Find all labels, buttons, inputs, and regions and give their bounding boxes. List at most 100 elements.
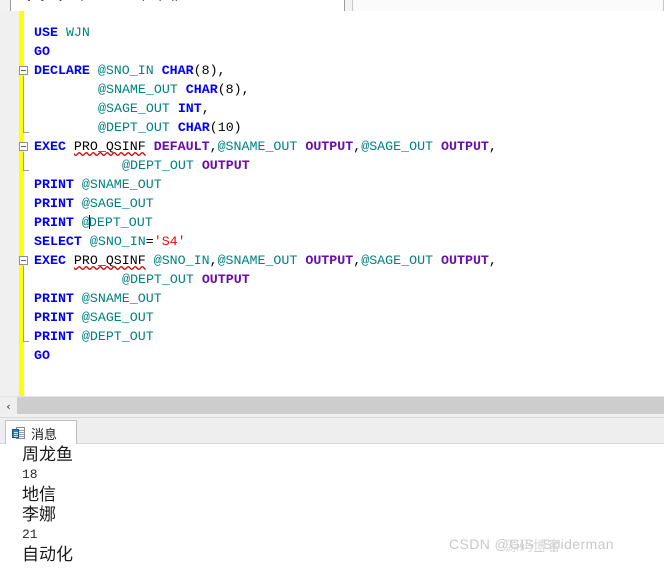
message-line: 李娜 — [22, 505, 56, 525]
scroll-left-icon[interactable]: ‹ — [0, 397, 17, 415]
code-line[interactable]: @DEPT_OUT OUTPUT — [24, 270, 250, 289]
code-line[interactable]: GO — [24, 42, 50, 61]
fold-connector-line — [23, 152, 24, 170]
code-line[interactable]: PRINT @SNAME_OUT — [24, 175, 162, 194]
fold-end-marker — [23, 170, 29, 171]
code-token: (10) — [209, 120, 242, 135]
code-line[interactable]: @DEPT_OUT CHAR(10) — [24, 118, 242, 137]
horizontal-scrollbar[interactable]: ‹ — [0, 396, 664, 415]
code-token: 'S4' — [153, 234, 186, 249]
code-token: @SNO_IN — [153, 253, 210, 268]
code-line[interactable]: PRINT @SAGE_OUT — [24, 194, 154, 213]
code-token: INT — [177, 101, 202, 116]
scrollbar-track[interactable] — [17, 397, 664, 415]
close-icon[interactable]: × — [333, 0, 338, 2]
code-line-text: SELECT @SNO_IN='S4' — [24, 234, 186, 249]
code-token: CHAR — [177, 120, 210, 135]
code-line[interactable]: USE WJN — [24, 23, 90, 42]
code-line-text: PRINT @DEPT_OUT — [24, 215, 153, 230]
results-tab-row: 消息 — [0, 418, 664, 445]
code-token: EXEC — [34, 253, 66, 268]
code-line-text: EXEC PRO_QSINF @SNO_IN,@SNAME_OUT OUTPUT… — [24, 253, 497, 268]
code-line[interactable]: EXEC PRO_QSINF @SNO_IN,@SNAME_OUT OUTPUT… — [24, 251, 497, 270]
code-line[interactable]: SELECT @SNO_IN='S4' — [24, 232, 186, 251]
code-token: @DEPT_OUT — [98, 120, 170, 135]
code-line[interactable]: GO — [24, 346, 50, 365]
code-token: PRINT — [34, 177, 74, 192]
code-token: GO — [34, 44, 50, 59]
code-line-text: USE WJN — [24, 25, 90, 40]
code-line[interactable]: @DEPT_OUT OUTPUT — [24, 156, 250, 175]
messages-output[interactable]: 周龙鱼 18 地信 李娜 21 自动化 — [0, 444, 664, 569]
code-token: @DEPT_OUT — [81, 329, 154, 344]
code-line[interactable]: @SNAME_OUT CHAR(8), — [24, 80, 250, 99]
code-token: @SNO_IN — [89, 234, 146, 249]
code-line-text: GO — [24, 348, 50, 363]
code-line[interactable]: PRINT @SAGE_OUT — [24, 308, 154, 327]
editor-tab-active[interactable]: SQLQuery3.sql - DE...WJN (sa (55))* × — [10, 0, 345, 11]
code-line-text: PRINT @SAGE_OUT — [24, 196, 154, 211]
code-token: @SNAME_OUT — [217, 139, 298, 154]
code-line-text: GO — [24, 44, 50, 59]
code-token: USE — [34, 25, 58, 40]
code-token: EXEC — [34, 139, 66, 154]
code-token: @SNAME_OUT — [81, 177, 162, 192]
fold-connector-line — [23, 76, 24, 132]
code-surface[interactable]: USE WJN GO DECLARE @SNO_IN CHAR(8), @SNAME_… — [24, 11, 664, 396]
editor-tab-strip: SQLQuery3.sql - DE...WJN (sa (55))* × — [0, 0, 664, 11]
code-token: CHAR — [161, 63, 194, 78]
code-line[interactable]: DECLARE @SNO_IN CHAR(8), — [24, 61, 226, 80]
fold-connector-line — [23, 266, 24, 341]
sql-editor[interactable]: USE WJN GO DECLARE @SNO_IN CHAR(8), @SNAME_… — [0, 11, 664, 396]
code-token: @DEPT_OUT — [122, 158, 194, 173]
code-token: WJN — [65, 25, 90, 40]
message-line: 自动化 — [22, 545, 73, 565]
code-line-text: @DEPT_OUT CHAR(10) — [24, 120, 242, 135]
fold-collapse-icon[interactable] — [19, 142, 28, 151]
code-line[interactable]: PRINT @DEPT_OUT — [24, 213, 153, 232]
code-line-text: PRINT @DEPT_OUT — [24, 329, 154, 344]
code-line[interactable]: PRINT @DEPT_OUT — [24, 327, 154, 346]
code-token: SELECT — [34, 234, 82, 249]
code-token: OUTPUT — [441, 253, 489, 268]
code-token: @SNO_IN — [97, 63, 154, 78]
code-token: @SAGE_OUT — [81, 196, 154, 211]
code-line[interactable]: PRINT @SNAME_OUT — [24, 289, 162, 308]
code-token: PRO_QSINF — [73, 253, 146, 268]
code-token: @SNAME_OUT — [81, 291, 162, 306]
fold-collapse-icon[interactable] — [19, 256, 28, 265]
message-line: 21 — [22, 527, 38, 542]
code-line[interactable]: @SAGE_OUT INT, — [24, 99, 210, 118]
code-token: PRINT — [34, 215, 74, 230]
tab-messages-label: 消息 — [31, 427, 58, 443]
code-token: OUTPUT — [305, 139, 354, 154]
fold-collapse-icon[interactable] — [19, 66, 28, 75]
code-line-text: @DEPT_OUT OUTPUT — [24, 158, 250, 173]
code-line[interactable]: EXEC PRO_QSINF DEFAULT,@SNAME_OUT OUTPUT… — [24, 137, 497, 156]
code-token: OUTPUT — [441, 139, 489, 154]
code-token: @SAGE_OUT — [98, 101, 170, 116]
results-pane: 消息 周龙鱼 18 地信 李娜 21 自动化 — [0, 418, 664, 569]
code-line-text: EXEC PRO_QSINF DEFAULT,@SNAME_OUT OUTPUT… — [24, 139, 497, 154]
code-token: PRO_QSINF — [73, 139, 146, 154]
code-token: = — [145, 234, 154, 249]
code-token: DEFAULT — [153, 139, 210, 154]
code-line-text: PRINT @SNAME_OUT — [24, 177, 162, 192]
code-line-text: @SAGE_OUT INT, — [24, 101, 210, 116]
editor-gutter[interactable] — [0, 11, 19, 396]
tab-messages[interactable]: 消息 — [5, 420, 77, 445]
code-token: @DEPT_OUT — [122, 272, 194, 287]
code-token: (8), — [193, 63, 226, 78]
